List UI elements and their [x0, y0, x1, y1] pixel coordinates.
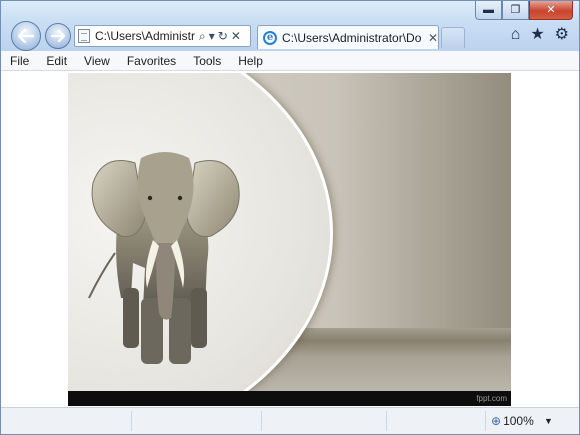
- home-icon[interactable]: ⌂: [511, 27, 521, 43]
- address-dropdown-icon[interactable]: ▾: [209, 30, 215, 42]
- forward-button[interactable]: [45, 23, 71, 49]
- address-text[interactable]: C:\Users\Administr: [95, 29, 196, 43]
- new-tab-button[interactable]: [441, 27, 465, 48]
- ie-logo-icon: e: [263, 30, 277, 45]
- menu-help[interactable]: Help: [238, 54, 263, 68]
- favorites-star-icon[interactable]: ★: [530, 27, 544, 43]
- menu-view[interactable]: View: [84, 54, 110, 68]
- maximize-button[interactable]: ❐: [502, 1, 529, 20]
- search-icon[interactable]: ⌕: [199, 30, 206, 42]
- slide-image: fppt.com: [68, 73, 511, 406]
- status-divider: [485, 411, 486, 431]
- browser-window: ▬ ❐ ✕ C:\Users\Administr ⌕ ▾ ↻ ✕ e C:\Us…: [0, 0, 580, 435]
- close-button[interactable]: ✕: [529, 1, 573, 20]
- menu-favorites[interactable]: Favorites: [127, 54, 176, 68]
- slide-footer-band: [68, 391, 511, 406]
- browser-tab[interactable]: e C:\Users\Administrator\Do... ✕: [257, 25, 439, 49]
- elephant-illustration: [88, 152, 240, 364]
- refresh-icon[interactable]: ↻: [218, 30, 228, 42]
- status-divider: [261, 411, 262, 431]
- back-button[interactable]: [11, 21, 41, 51]
- watermark-text: fppt.com: [476, 394, 507, 403]
- command-icons: ⌂ ★ ⚙: [511, 27, 569, 43]
- navigation-strip: ▬ ❐ ✕ C:\Users\Administr ⌕ ▾ ↻ ✕ e C:\Us…: [1, 1, 579, 51]
- status-divider: [131, 411, 132, 431]
- zoom-icon: ⊕: [491, 414, 502, 428]
- menu-file[interactable]: File: [10, 54, 29, 68]
- gear-icon[interactable]: ⚙: [555, 27, 569, 43]
- menu-bar: File Edit View Favorites Tools Help: [1, 51, 579, 71]
- address-bar[interactable]: C:\Users\Administr ⌕ ▾ ↻ ✕: [74, 25, 251, 47]
- page-content: fppt.com: [1, 71, 579, 407]
- minimize-button[interactable]: ▬: [475, 1, 502, 20]
- zoom-dropdown-icon[interactable]: ▼: [544, 416, 553, 426]
- zoom-level: 100%: [503, 414, 534, 428]
- back-arrow-icon: [18, 29, 34, 43]
- status-divider: [386, 411, 387, 431]
- menu-tools[interactable]: Tools: [193, 54, 221, 68]
- tab-close-icon[interactable]: ✕: [428, 31, 438, 45]
- menu-edit[interactable]: Edit: [46, 54, 67, 68]
- page-icon: [78, 29, 90, 43]
- stop-icon[interactable]: ✕: [231, 30, 241, 42]
- caption-buttons: ▬ ❐ ✕: [475, 1, 573, 20]
- status-bar: ⊕ 100% ▼: [1, 407, 579, 434]
- zoom-control[interactable]: ⊕ 100%: [491, 414, 534, 428]
- forward-arrow-icon: [51, 30, 65, 42]
- tab-title: C:\Users\Administrator\Do...: [282, 30, 422, 45]
